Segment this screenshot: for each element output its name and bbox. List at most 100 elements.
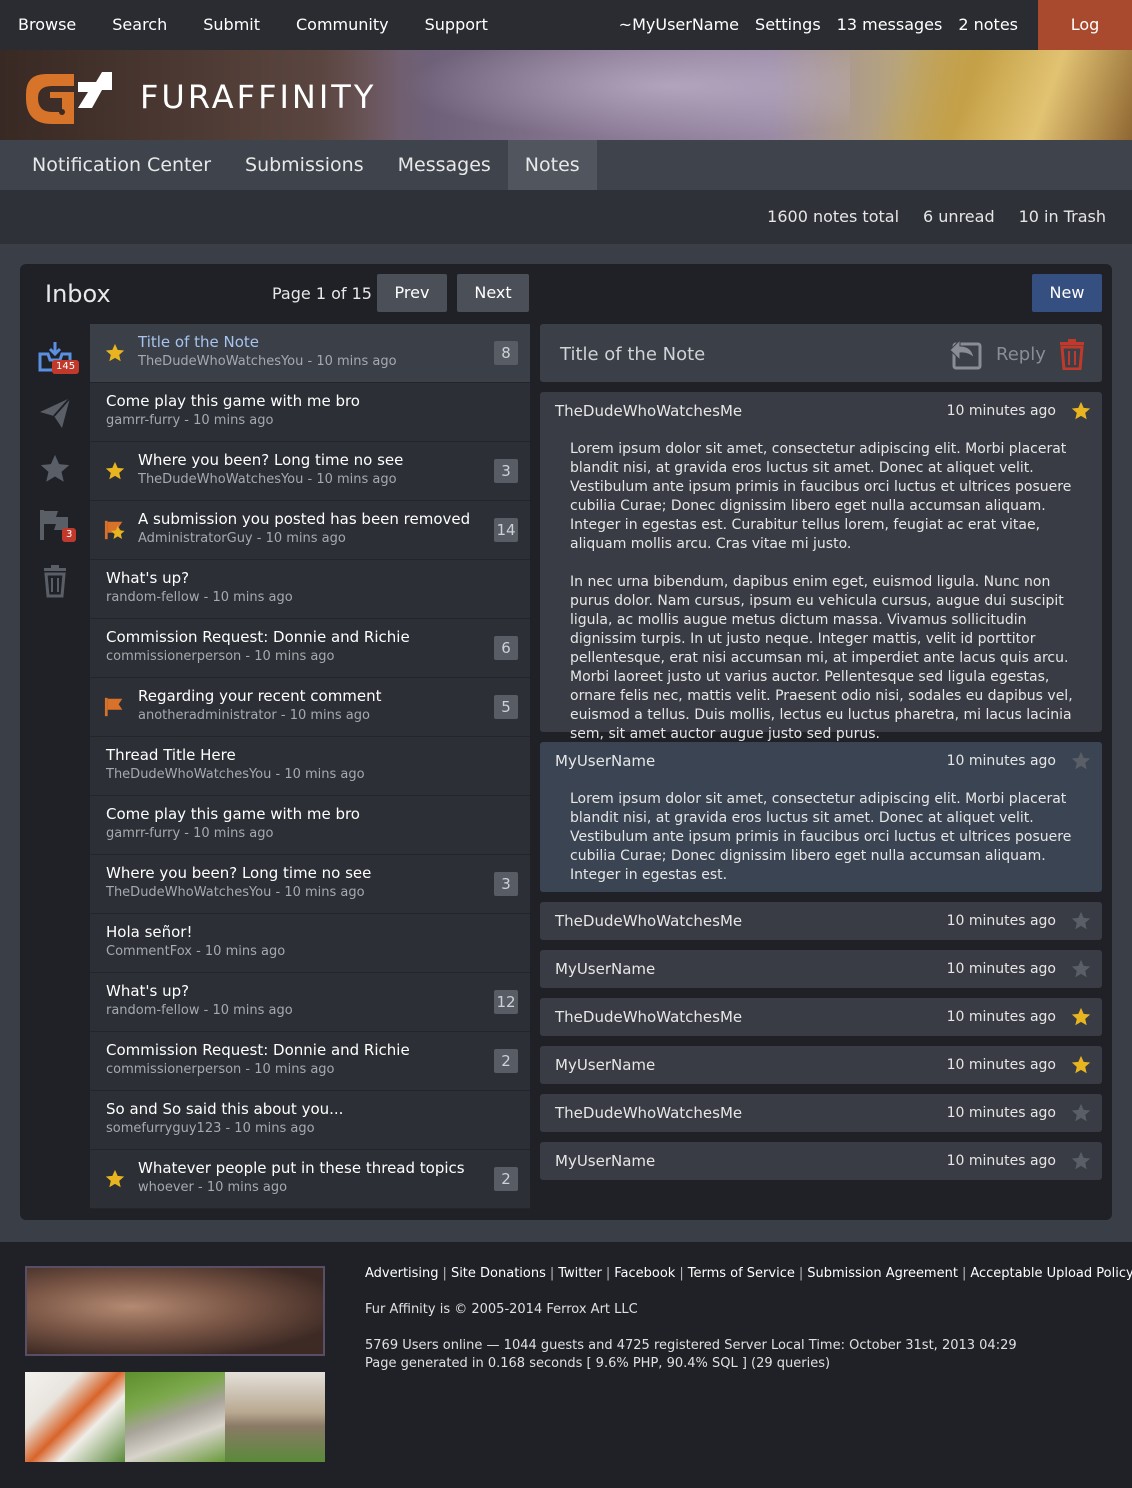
notes-unread[interactable]: 6 unread xyxy=(923,207,995,226)
star-toggle-icon[interactable] xyxy=(1070,750,1092,772)
note-reply-count: 14 xyxy=(494,518,518,542)
nav-search[interactable]: Search xyxy=(94,0,185,50)
message-collapsed[interactable]: MyUserName 10 minutes ago xyxy=(540,950,1102,988)
note-list-item[interactable]: What's up? random-fellow - 10 mins ago 12 xyxy=(90,973,530,1032)
message-author[interactable]: TheDudeWhoWatchesMe xyxy=(555,402,742,420)
message-author[interactable]: TheDudeWhoWatchesMe xyxy=(555,912,742,930)
note-list-item[interactable]: A submission you posted has been removed… xyxy=(90,501,530,560)
flagged-folder[interactable]: 3 xyxy=(38,508,77,542)
star-toggle-icon[interactable] xyxy=(1070,400,1092,422)
users-online-text: 5769 Users online — 1044 guests and 4725… xyxy=(365,1338,1017,1353)
note-list-item[interactable]: Whatever people put in these thread topi… xyxy=(90,1150,530,1209)
main-nav: Browse Search Submit Community Support xyxy=(0,0,506,50)
note-meta: gamrr-furry - 10 mins ago xyxy=(106,413,274,428)
note-meta: whoever - 10 mins ago xyxy=(138,1180,288,1195)
tab-messages[interactable]: Messages xyxy=(381,140,508,190)
footer-link[interactable]: Site Donations xyxy=(451,1266,546,1281)
message-author[interactable]: TheDudeWhoWatchesMe xyxy=(555,1104,742,1122)
star-toggle-icon[interactable] xyxy=(1070,1054,1092,1076)
note-list-item[interactable]: Come play this game with me bro gamrr-fur… xyxy=(90,796,530,855)
username-link[interactable]: ~MyUserName xyxy=(611,0,747,50)
notes-total: 1600 notes total xyxy=(767,207,900,226)
tab-notes[interactable]: Notes xyxy=(507,140,597,190)
message-card[interactable]: MyUserName 10 minutes ago Lorem ipsum dolo… xyxy=(540,742,1102,892)
star-toggle-icon[interactable] xyxy=(1070,910,1092,932)
message-collapsed[interactable]: MyUserName 10 minutes ago xyxy=(540,1046,1102,1084)
footer-link[interactable]: Twitter xyxy=(558,1266,602,1281)
message-author[interactable]: MyUserName xyxy=(555,1152,655,1170)
star-toggle-icon[interactable] xyxy=(1070,958,1092,980)
star-toggle-icon[interactable] xyxy=(1070,1102,1092,1124)
nav-support[interactable]: Support xyxy=(407,0,506,50)
note-list-item[interactable]: What's up? random-fellow - 10 mins ago xyxy=(90,560,530,619)
link-separator: | xyxy=(605,1266,611,1281)
note-list-item[interactable]: Where you been? Long time no see TheDudeW… xyxy=(90,442,530,501)
nav-submit[interactable]: Submit xyxy=(185,0,278,50)
nav-community[interactable]: Community xyxy=(278,0,407,50)
trash-icon xyxy=(44,565,66,598)
star-toggle-icon[interactable] xyxy=(1070,1150,1092,1172)
messages-link[interactable]: 13 messages xyxy=(829,0,951,50)
message-collapsed[interactable]: TheDudeWhoWatchesMe 10 minutes ago xyxy=(540,1094,1102,1132)
sent-folder[interactable] xyxy=(38,396,72,430)
trash-folder[interactable] xyxy=(38,564,72,598)
star-toggle-icon[interactable] xyxy=(1070,1006,1092,1028)
note-list-item[interactable]: Title of the Note TheDudeWhoWatchesYou - … xyxy=(90,324,530,383)
footer-link[interactable]: Acceptable Upload Policy xyxy=(970,1266,1132,1281)
notes-trash-count[interactable]: 10 in Trash xyxy=(1019,207,1106,226)
section-tabs: Notification Center Submissions Messages… xyxy=(0,140,1132,190)
notes-stats-bar: 1600 notes total 6 unread 10 in Trash xyxy=(0,190,1132,244)
message-collapsed[interactable]: TheDudeWhoWatchesMe 10 minutes ago xyxy=(540,902,1102,940)
footer-link[interactable]: Advertising xyxy=(365,1266,439,1281)
note-list-item[interactable]: Thread Title Here TheDudeWhoWatchesYou - … xyxy=(90,737,530,796)
note-list-item[interactable]: Commission Request: Donnie and Richie com… xyxy=(90,1032,530,1091)
flag-star-icon xyxy=(104,520,125,540)
message-collapsed[interactable]: MyUserName 10 minutes ago xyxy=(540,1142,1102,1180)
message-author[interactable]: MyUserName xyxy=(555,1056,655,1074)
footer-link[interactable]: Terms of Service xyxy=(688,1266,795,1281)
note-meta: TheDudeWhoWatchesYou - 10 mins ago xyxy=(106,885,365,900)
link-separator: | xyxy=(798,1266,804,1281)
message-author[interactable]: MyUserName xyxy=(555,960,655,978)
user-nav: ~MyUserName Settings 13 messages 2 notes… xyxy=(611,0,1132,84)
new-note-button[interactable]: New xyxy=(1032,274,1102,312)
logout-button[interactable]: Log Out xyxy=(1038,0,1132,84)
footer-artwork-image[interactable] xyxy=(25,1372,325,1462)
note-list-item[interactable]: Hola señor! CommentFox - 10 mins ago xyxy=(90,914,530,973)
message-card[interactable]: TheDudeWhoWatchesMe 10 minutes ago Lorem i… xyxy=(540,392,1102,742)
note-title: Commission Request: Donnie and Richie xyxy=(106,1041,410,1059)
note-meta: AdministratorGuy - 10 mins ago xyxy=(138,531,346,546)
reply-icon[interactable] xyxy=(948,338,984,370)
delete-icon[interactable] xyxy=(1058,338,1086,370)
prev-button[interactable]: Prev xyxy=(377,274,447,312)
nav-browse[interactable]: Browse xyxy=(0,0,94,50)
note-reply-count: 5 xyxy=(494,695,518,719)
copyright-text: Fur Affinity is © 2005-2014 Ferrox Art L… xyxy=(365,1302,638,1317)
note-list-item[interactable]: Commission Request: Donnie and Richie com… xyxy=(90,619,530,678)
site-name[interactable]: FURAFFINITY xyxy=(140,78,376,116)
settings-link[interactable]: Settings xyxy=(747,0,829,50)
starred-folder[interactable] xyxy=(38,452,72,486)
inbox-folder[interactable]: 145 xyxy=(38,340,80,374)
footer-link[interactable]: Submission Agreement xyxy=(807,1266,958,1281)
banner-artwork-image[interactable] xyxy=(25,1266,325,1356)
furaffinity-logo-icon[interactable] xyxy=(22,68,114,128)
note-title: Thread Title Here xyxy=(106,746,236,764)
paper-plane-icon xyxy=(40,397,71,428)
footer-link[interactable]: Facebook xyxy=(614,1266,675,1281)
next-button[interactable]: Next xyxy=(457,274,529,312)
reply-button[interactable]: Reply xyxy=(996,344,1046,365)
note-reply-count: 12 xyxy=(494,990,518,1014)
notes-link[interactable]: 2 notes xyxy=(950,0,1026,50)
note-list-item[interactable]: Regarding your recent comment anotheradmi… xyxy=(90,678,530,737)
tab-notification-center[interactable]: Notification Center xyxy=(0,140,228,190)
note-list-item[interactable]: So and So said this about you... somefurr… xyxy=(90,1091,530,1150)
note-title: What's up? xyxy=(106,982,190,1000)
note-list-item[interactable]: Come play this game with me bro gamrr-fur… xyxy=(90,383,530,442)
message-collapsed[interactable]: TheDudeWhoWatchesMe 10 minutes ago xyxy=(540,998,1102,1036)
note-list-item[interactable]: Where you been? Long time no see TheDudeW… xyxy=(90,855,530,914)
note-reply-count: 8 xyxy=(494,341,518,365)
message-author[interactable]: TheDudeWhoWatchesMe xyxy=(555,1008,742,1026)
tab-submissions[interactable]: Submissions xyxy=(228,140,381,190)
message-author[interactable]: MyUserName xyxy=(555,752,655,770)
